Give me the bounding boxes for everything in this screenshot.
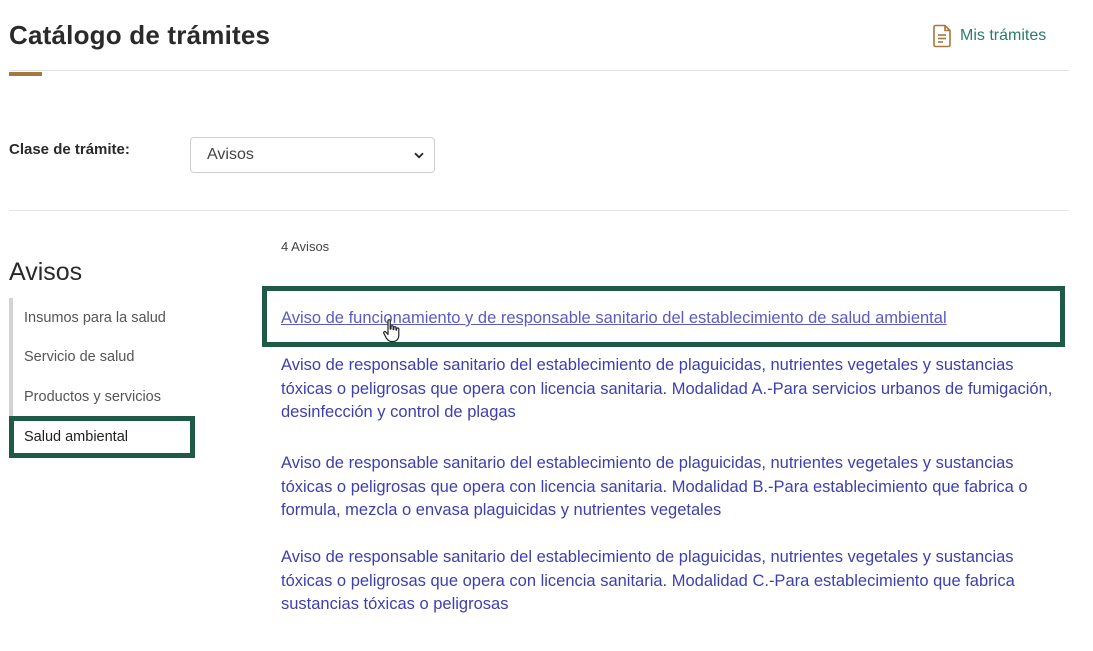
title-accent-bar (9, 72, 42, 76)
section-divider (9, 210, 1069, 211)
clase-tramite-label: Clase de trámite: (9, 141, 130, 158)
mis-tramites-label: Mis trámites (960, 27, 1047, 44)
document-icon (933, 24, 951, 48)
results-count: 4 Avisos (281, 239, 330, 254)
clase-tramite-selected-value: Avisos (207, 146, 254, 163)
section-title: Avisos (9, 258, 83, 286)
sidebar-item-servicio-de-salud[interactable]: Servicio de salud (24, 349, 134, 365)
aviso-link-4[interactable]: Aviso de responsable sanitario del estab… (281, 546, 1061, 617)
sidebar-item-productos-y-servicios[interactable]: Productos y servicios (24, 389, 161, 405)
header-divider (9, 70, 1069, 71)
aviso-link-1[interactable]: Aviso de funcionamiento y de responsable… (281, 307, 1061, 331)
active-item-highlight (9, 416, 195, 458)
sidebar-item-insumos-para-la-salud[interactable]: Insumos para la salud (24, 310, 166, 326)
page-title: Catálogo de trámites (9, 20, 271, 50)
chevron-down-icon (414, 152, 424, 158)
aviso-link-2[interactable]: Aviso de responsable sanitario del estab… (281, 354, 1061, 425)
mis-tramites-link[interactable]: Mis trámites (932, 24, 1046, 48)
aviso-link-3[interactable]: Aviso de responsable sanitario del estab… (281, 452, 1061, 523)
clase-tramite-select[interactable]: Avisos (190, 137, 435, 173)
